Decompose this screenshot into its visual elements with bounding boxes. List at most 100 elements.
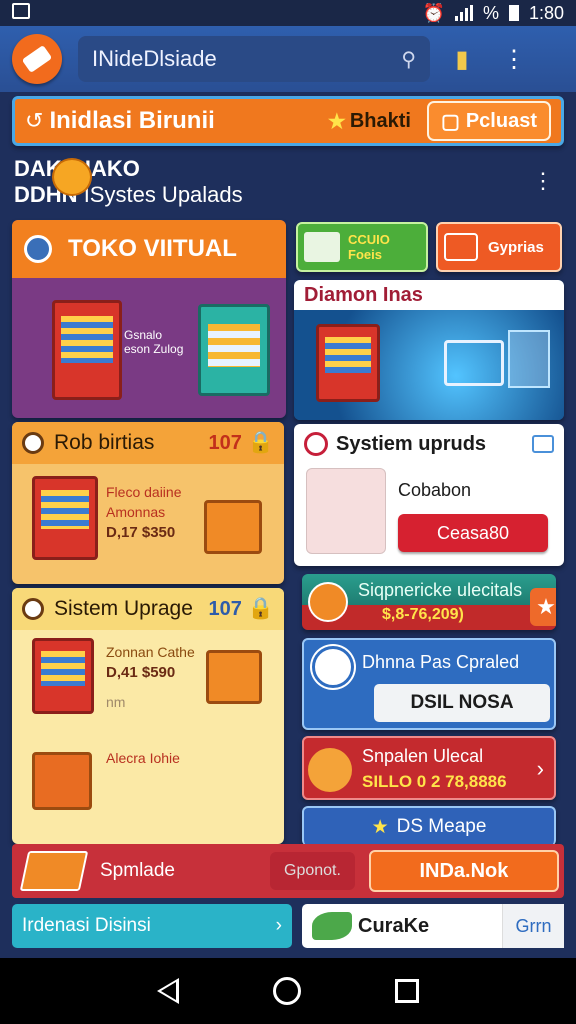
ticket-icon	[21, 44, 53, 74]
chevron-right-icon[interactable]: ›	[537, 756, 544, 782]
trash-icon[interactable]: ▮	[442, 45, 482, 74]
more-vert-icon[interactable]: ⋮	[494, 45, 534, 74]
battery-icon	[508, 5, 519, 21]
sistem-extra: nm	[106, 694, 126, 710]
battery-label: %	[482, 2, 499, 23]
ghost-button[interactable]: Gponot.	[270, 852, 355, 890]
document-icon	[312, 646, 354, 688]
home-icon[interactable]	[273, 977, 301, 1005]
sysup-label: Cobabon	[398, 480, 472, 500]
signal-icon	[454, 5, 473, 21]
status-bar: ⏰ % 1:80	[0, 0, 576, 26]
app-bar: INideDlsiade ⚲ ▮ ⋮	[0, 26, 576, 92]
map-label: DS Meape	[396, 816, 487, 837]
hand-icon	[52, 158, 92, 196]
cart-image	[306, 468, 386, 554]
bottom-white-sub[interactable]: Grrn	[502, 904, 564, 948]
sistem-count: 107	[208, 597, 242, 620]
red-line1: Snpalen Ulecal	[362, 746, 484, 766]
blue-card[interactable]: Dhnna Pas Cpraled DSIL NOSA	[302, 638, 556, 730]
shield-icon	[304, 432, 328, 456]
bottom-teal-button[interactable]: Irdenasi Disinsi ›	[12, 904, 292, 948]
search-field[interactable]: INideDlsiade ⚲	[78, 36, 430, 82]
box-image	[32, 752, 92, 810]
box-icon	[19, 851, 89, 891]
lock-icon: 🔒	[247, 597, 274, 620]
red-card[interactable]: Snpalen Ulecal SILLO 0 2 78,8886 ›	[302, 736, 556, 800]
header-subtitle: ISystes Upalads	[83, 182, 243, 207]
rob-price: D,17 $350	[106, 524, 176, 541]
blue-input[interactable]: DSIL NOSA	[374, 684, 550, 722]
bottom-white-button[interactable]: CuraKe Grrn	[302, 904, 564, 948]
sysup-button[interactable]: Ceasa80	[398, 514, 548, 552]
rocket-icon	[308, 748, 352, 792]
rob-desc: Fleco daiine Amonnas	[106, 484, 182, 520]
printer-icon	[304, 232, 340, 262]
header-line1: DAKO IAKO	[14, 156, 140, 181]
sistem-title: Sistem Uprage	[54, 597, 193, 620]
cart-icon[interactable]	[532, 435, 554, 453]
vending-machine-image	[52, 300, 122, 400]
bottom-red-label: Spmlade	[100, 860, 175, 881]
star-icon[interactable]: ★	[530, 588, 556, 626]
green-tile-label: CCUIO Foeis	[348, 232, 390, 262]
toko-title: TOKO VIITUAL	[68, 235, 237, 262]
sistem-card[interactable]: Sistem Uprage 107 🔒 Zonnan Cathe D,41 $590…	[12, 588, 284, 844]
box-image	[206, 650, 262, 704]
rob-title: Rob birtias	[54, 431, 155, 454]
list-icon	[24, 235, 52, 263]
search-text: INideDlsiade	[92, 46, 217, 71]
shopping-art	[294, 310, 564, 420]
toko-caption: Gsnalo eson Zulog	[124, 328, 184, 356]
app-logo[interactable]	[12, 34, 62, 84]
chevron-right-icon: ›	[275, 915, 282, 936]
screenshot-icon	[12, 2, 30, 19]
banner-title: Inidlasi Birunii	[49, 107, 215, 134]
orange-tile[interactable]: Gyprias	[436, 222, 562, 272]
sistem-price: D,41 $590	[106, 664, 176, 681]
box-image	[204, 500, 262, 554]
banner-chip-label: Bhakti	[349, 109, 411, 132]
box-icon: ▢	[440, 110, 460, 133]
sistem-desc2: Alecra Iohie	[106, 750, 180, 766]
recents-icon[interactable]	[395, 979, 419, 1003]
pin-icon[interactable]: ⚲	[401, 47, 416, 72]
lock-icon: 🔒	[247, 431, 274, 454]
header-line2: DDHN ISystes Upalads	[14, 182, 562, 208]
leaf-icon	[312, 912, 352, 940]
bottom-white-label: CuraKe	[358, 914, 430, 937]
more-vert-icon[interactable]: ⋮	[532, 168, 554, 194]
rob-count: 107	[208, 431, 242, 454]
vending-machine-image	[32, 476, 98, 560]
alarm-icon: ⏰	[422, 2, 445, 23]
system-upruds-card[interactable]: Systiem upruds Cobabon Ceasa80	[294, 424, 564, 566]
refresh-icon: ↺	[25, 108, 44, 133]
status-time: 1:80	[528, 2, 564, 23]
section-header: DAKO IAKO DDHN ISystes Upalads ⋮	[14, 156, 562, 214]
document-icon	[508, 330, 550, 388]
diamon-title: Diamon Inas	[294, 280, 564, 310]
banner-chip[interactable]: ★ Bhakti	[328, 109, 411, 134]
back-icon[interactable]	[157, 978, 179, 1004]
star-icon: ★	[327, 110, 346, 133]
vending-machine-image	[32, 638, 94, 714]
toko-card[interactable]: TOKO VIITUAL Gsnalo eson Zulog	[12, 220, 286, 418]
cart-icon	[444, 340, 504, 386]
sistem-desc: Zonnan Cathe	[106, 644, 195, 660]
microphone-icon	[308, 582, 348, 622]
blue-title: Dhnna Pas Cpraled	[362, 652, 520, 672]
red-line2: SILLO 0 2 78,8886	[362, 772, 507, 791]
system-nav-bar	[0, 958, 576, 1024]
green-tile[interactable]: CCUIO Foeis	[296, 222, 428, 272]
kiosk-image	[198, 304, 270, 396]
diamon-card[interactable]: Diamon Inas	[294, 280, 564, 420]
teal-line2: $,8-76,209)	[382, 606, 464, 623]
star-icon: ★	[371, 816, 389, 838]
map-tab[interactable]: ★ DS Meape	[302, 806, 556, 846]
sysup-title: Systiem upruds	[336, 432, 487, 455]
teal-promo[interactable]: Siqpnericke ulecitals $,8-76,209) ★	[302, 574, 556, 630]
cta-button[interactable]: INDa.Nok	[368, 850, 559, 892]
orange-tile-label: Gyprias	[488, 238, 544, 256]
banner-button[interactable]: ▢ Pcluast	[426, 101, 551, 141]
rob-card[interactable]: Rob birtias 107 🔒 Fleco daiine Amonnas D,17…	[12, 422, 284, 584]
